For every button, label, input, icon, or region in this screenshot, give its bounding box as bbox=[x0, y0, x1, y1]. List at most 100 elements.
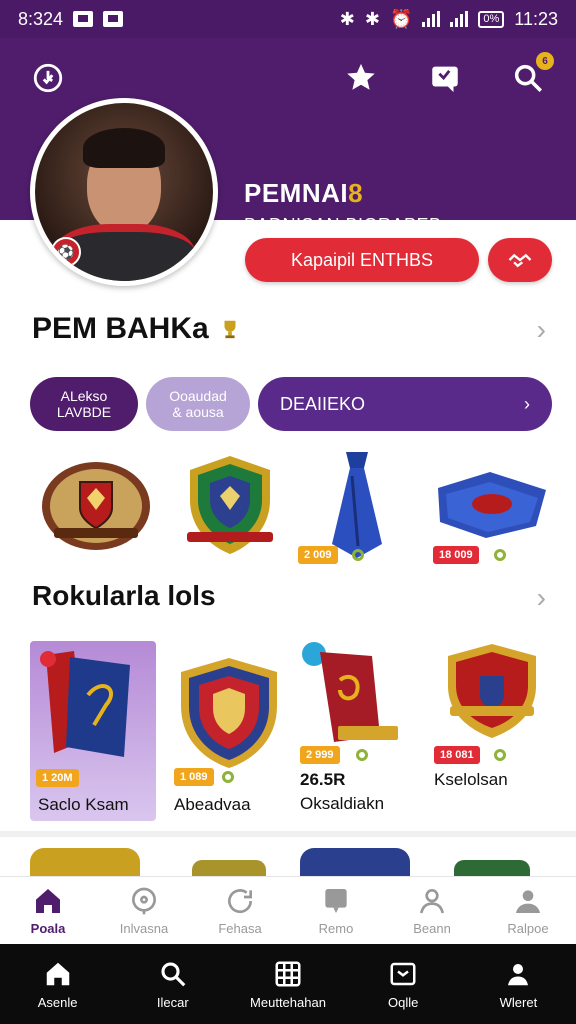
item-card-1[interactable]: 1 20M Saclo Ksam bbox=[30, 641, 156, 821]
status-left: 8:324 bbox=[18, 8, 124, 30]
notification-icon bbox=[73, 11, 94, 27]
tab-messages[interactable]: Remo bbox=[288, 877, 384, 944]
battery-icon: 0% bbox=[478, 10, 505, 28]
next-row-item-1[interactable] bbox=[30, 848, 140, 876]
tie-icon bbox=[332, 452, 382, 558]
status-bar: 8:324 ✱ ✱ ⏰ 0% 11:23 bbox=[0, 0, 576, 38]
tab-people[interactable]: Beann bbox=[384, 877, 480, 944]
pill-2-line2: & aousa bbox=[172, 404, 224, 420]
handshake-icon bbox=[508, 253, 532, 268]
coin-icon bbox=[494, 749, 506, 761]
scarf-card-icon bbox=[40, 651, 130, 757]
item-card-3[interactable] bbox=[300, 640, 408, 756]
pill-3-label: DEAIIEKO bbox=[280, 394, 366, 414]
price-tag-2: 1 089 bbox=[174, 768, 214, 786]
pill-1-line1: ALekso bbox=[60, 388, 108, 404]
star-icon[interactable] bbox=[341, 58, 381, 98]
shield-gold-icon bbox=[448, 644, 536, 738]
primary-action-button[interactable]: Kapaipil ENTHBS bbox=[245, 238, 479, 282]
filter-pill-3[interactable]: DEAIIEKO › bbox=[258, 377, 552, 431]
tab-explore-label: Inlvasna bbox=[119, 921, 169, 936]
search-badge: 6 bbox=[536, 52, 554, 70]
tab-refresh[interactable]: Fehasa bbox=[192, 877, 288, 944]
tab-explore[interactable]: Inlvasna bbox=[96, 877, 192, 944]
person-icon bbox=[420, 889, 444, 914]
coin-icon bbox=[352, 549, 364, 561]
profile-name: PEMNAI8 bbox=[244, 178, 363, 209]
item-card-4[interactable] bbox=[444, 640, 540, 740]
chart-notification-icon bbox=[103, 11, 124, 27]
profile-subtitle: BADNISAN BIGRAPEB bbox=[244, 215, 442, 235]
tab-account[interactable]: Ralpoe bbox=[480, 877, 576, 944]
search-icon[interactable]: 6 bbox=[508, 52, 554, 98]
section-1-chevron-icon[interactable]: › bbox=[537, 314, 546, 346]
tab-home-label: Poala bbox=[30, 921, 66, 936]
next-row-item-4[interactable] bbox=[454, 860, 530, 876]
tab-account-label: Ralpoe bbox=[507, 921, 549, 936]
blue-tie[interactable] bbox=[318, 450, 396, 560]
status-right: ✱ ✱ ⏰ 0% 11:23 bbox=[340, 9, 558, 30]
coin-icon bbox=[494, 549, 506, 561]
item-card-2[interactable] bbox=[176, 654, 282, 772]
handshake-button[interactable] bbox=[488, 238, 552, 282]
price-tag-scarf: 18 009 bbox=[433, 546, 479, 564]
scarf-icon bbox=[438, 472, 546, 538]
signal-icon bbox=[422, 11, 441, 27]
next-row-item-3[interactable] bbox=[300, 848, 410, 876]
coin-icon bbox=[356, 749, 368, 761]
nav-user[interactable]: Wleret bbox=[461, 944, 576, 1024]
pill-1-line2: LAVBDE bbox=[56, 404, 112, 420]
nav-grid-label: Meuttehahan bbox=[250, 994, 326, 1010]
status-time: 8:324 bbox=[18, 8, 64, 29]
nav-box-label: Oqlle bbox=[388, 994, 419, 1010]
nav-box[interactable]: Oqlle bbox=[346, 944, 461, 1024]
shield-green-icon bbox=[187, 456, 273, 554]
status-time-right: 11:23 bbox=[514, 8, 558, 29]
next-row-item-2[interactable] bbox=[192, 860, 266, 876]
clock-icon[interactable] bbox=[28, 58, 68, 98]
price-tag-4: 18 081 bbox=[434, 746, 480, 764]
pill-2-line1: Ooaudad bbox=[169, 388, 227, 404]
filter-pill-1[interactable]: ALekso LAVBDE bbox=[30, 377, 138, 431]
tab-home[interactable]: Poala bbox=[0, 877, 96, 944]
section-title-2-text: Rokularla lols bbox=[32, 580, 216, 611]
filter-pill-2[interactable]: Ooaudad & aousa bbox=[146, 377, 250, 431]
nav-home[interactable]: Asenle bbox=[0, 944, 115, 1024]
account-icon bbox=[516, 890, 540, 913]
home-icon bbox=[46, 962, 69, 985]
chat-icon[interactable] bbox=[425, 58, 465, 98]
club-crest-icon: ⚽ bbox=[51, 237, 81, 267]
avatar[interactable]: ⚽ bbox=[30, 98, 218, 286]
section-2-chevron-icon[interactable]: › bbox=[537, 582, 546, 614]
section-title-1: PEM BAHKa bbox=[32, 312, 241, 346]
shield-badge-green[interactable] bbox=[183, 452, 277, 558]
tab-people-label: Beann bbox=[413, 921, 451, 936]
shield-badge-red[interactable] bbox=[40, 458, 152, 554]
item-label-1: Saclo Ksam bbox=[38, 795, 129, 814]
tab-refresh-label: Fehasa bbox=[218, 921, 262, 936]
chevron-right-icon: › bbox=[524, 394, 530, 414]
avatar-photo: ⚽ bbox=[35, 103, 213, 281]
system-nav-bar: Asenle Ilecar Meuttehahan Oqlle Wleret bbox=[0, 944, 576, 1024]
tab-messages-label: Remo bbox=[318, 921, 354, 936]
signal-icon-2 bbox=[450, 11, 469, 27]
trophy-icon bbox=[224, 320, 236, 339]
nav-user-label: Wleret bbox=[499, 994, 538, 1010]
nav-search-label: Ilecar bbox=[156, 994, 189, 1010]
price-tag-card-1: 1 20M bbox=[36, 769, 79, 787]
nav-search[interactable]: Ilecar bbox=[115, 944, 230, 1024]
shield-red-icon bbox=[42, 462, 150, 550]
home-icon bbox=[36, 889, 60, 913]
section-title-2: Rokularla lols bbox=[32, 580, 216, 612]
nav-grid[interactable]: Meuttehahan bbox=[230, 944, 345, 1024]
profile-name-text: PEMNAI bbox=[244, 178, 349, 208]
section-title-1-text: PEM BAHKa bbox=[32, 312, 209, 345]
avatar-hair bbox=[83, 127, 165, 168]
item-label-3: Oksaldiakn bbox=[300, 794, 385, 813]
nav-home-label: Asenle bbox=[37, 994, 78, 1010]
blue-scarf[interactable] bbox=[432, 466, 550, 540]
price-tag-3: 2 999 bbox=[300, 746, 340, 764]
coin-icon bbox=[222, 771, 234, 783]
shield-blue-icon bbox=[181, 658, 277, 768]
user-icon bbox=[508, 963, 529, 985]
